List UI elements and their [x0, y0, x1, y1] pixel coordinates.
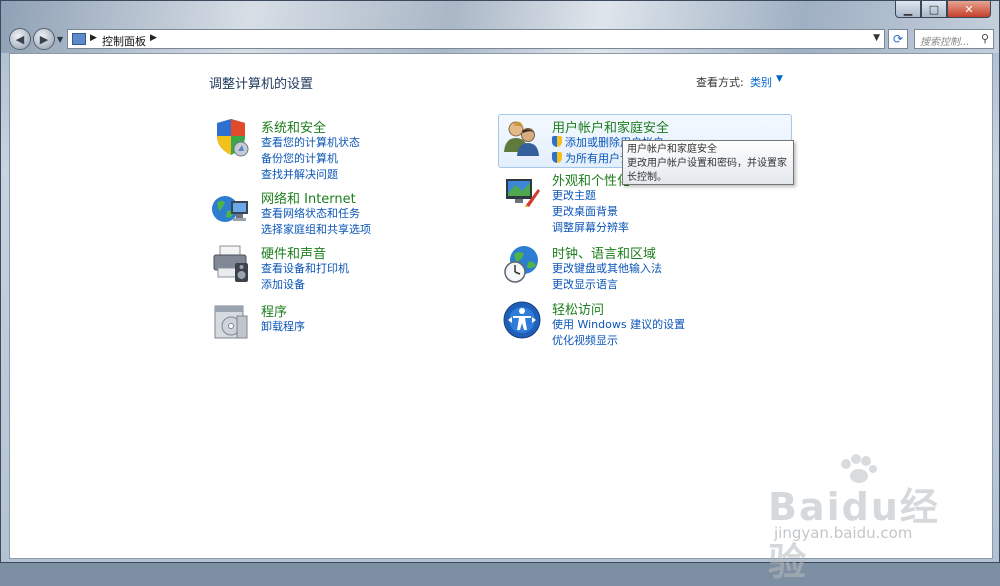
- search-placeholder: 搜索控制...: [920, 37, 970, 48]
- search-icon[interactable]: ⚲: [981, 32, 989, 45]
- link-change-input-methods[interactable]: 更改键盘或其他输入法: [552, 260, 662, 276]
- tooltip-description-cont: 长控制。: [627, 172, 667, 183]
- breadcrumb-arrow-icon[interactable]: ▶: [90, 33, 97, 43]
- page-title: 调整计算机的设置: [209, 77, 314, 92]
- network-icon: [212, 196, 248, 222]
- link-recommended-settings[interactable]: 使用 Windows 建议的设置: [552, 316, 685, 332]
- back-button[interactable]: ◀: [9, 28, 31, 50]
- programs-icon: [214, 305, 248, 339]
- link-optimize-visual-display[interactable]: 优化视频显示: [552, 332, 618, 348]
- link-homegroup-sharing[interactable]: 选择家庭组和共享选项: [261, 221, 371, 237]
- navigation-bar: ◀ ▶ ▼ ▶ 控制面板 ▶ ▼ ⟳ 搜索控制... ⚲: [7, 27, 995, 51]
- appearance-icon: [506, 179, 540, 207]
- category-programs[interactable]: 程序 卸载程序: [211, 302, 491, 342]
- window-controls: ▁ □ ✕: [895, 1, 991, 19]
- tooltip-description: 更改用户帐户设置和密码，并设置家: [627, 158, 787, 169]
- system-security-icon: [217, 119, 249, 157]
- tooltip: 用户帐户和家庭安全 更改用户帐户设置和密码，并设置家 长控制。: [622, 140, 794, 185]
- breadcrumb-arrow-icon[interactable]: ▶: [150, 33, 157, 43]
- minimize-button[interactable]: ▁: [895, 1, 921, 18]
- ease-of-access-icon: [503, 301, 541, 339]
- control-panel-icon: [72, 33, 86, 45]
- close-button[interactable]: ✕: [947, 1, 991, 18]
- window-frame: ▁ □ ✕ ◀ ▶ ▼ ▶ 控制面板 ▶ ▼ ⟳ 搜索控制... ⚲ 调整计算机…: [0, 0, 1000, 584]
- link-adjust-resolution[interactable]: 调整屏幕分辨率: [552, 219, 629, 235]
- link-change-desktop-background[interactable]: 更改桌面背景: [552, 203, 618, 219]
- link-devices-printers[interactable]: 查看设备和打印机: [261, 260, 349, 276]
- link-change-display-language[interactable]: 更改显示语言: [552, 276, 618, 292]
- link-backup-computer[interactable]: 备份您的计算机: [261, 150, 338, 166]
- address-dropdown-icon[interactable]: ▼: [873, 33, 880, 43]
- user-accounts-icon: [504, 121, 539, 156]
- watermark-url: jingyan.baidu.com: [774, 524, 913, 542]
- uac-shield-icon: [552, 136, 562, 147]
- link-parental-controls[interactable]: 为所有用户设: [552, 150, 631, 166]
- link-troubleshoot[interactable]: 查找并解决问题: [261, 166, 338, 182]
- uac-shield-icon: [552, 152, 562, 163]
- link-add-device[interactable]: 添加设备: [261, 276, 305, 292]
- maximize-button[interactable]: □: [921, 1, 947, 18]
- control-panel-content: 调整计算机的设置 查看方式: 类别 ▼ 系统和安全 查看您的计算机状态 备份您的…: [9, 53, 993, 584]
- category-hardware-sound[interactable]: 硬件和声音 查看设备和打印机 添加设备: [211, 244, 491, 294]
- link-uninstall-program[interactable]: 卸载程序: [261, 318, 305, 334]
- category-clock-language-region[interactable]: 时钟、语言和区域 更改键盘或其他输入法 更改显示语言: [502, 244, 792, 294]
- link-network-status[interactable]: 查看网络状态和任务: [261, 205, 360, 221]
- search-input[interactable]: 搜索控制... ⚲: [914, 29, 994, 49]
- address-bar[interactable]: ▶ 控制面板 ▶ ▼: [67, 29, 885, 49]
- baidu-jingyan-watermark: Baidu经验 jingyan.baidu.com: [768, 454, 968, 584]
- view-by-dropdown[interactable]: 类别: [750, 74, 772, 90]
- category-network-internet[interactable]: 网络和 Internet 查看网络状态和任务 选择家庭组和共享选项: [211, 189, 491, 239]
- clock-language-icon: [504, 246, 538, 283]
- hardware-sound-icon: [213, 245, 248, 282]
- tooltip-title: 用户帐户和家庭安全: [627, 144, 717, 155]
- link-change-theme[interactable]: 更改主题: [552, 187, 596, 203]
- refresh-icon[interactable]: ⟳: [888, 29, 908, 49]
- forward-button[interactable]: ▶: [33, 28, 55, 50]
- category-ease-of-access[interactable]: 轻松访问 使用 Windows 建议的设置 优化视频显示: [502, 300, 792, 350]
- chevron-down-icon[interactable]: ▼: [776, 74, 783, 84]
- category-system-security[interactable]: 系统和安全 查看您的计算机状态 备份您的计算机 查找并解决问题: [211, 118, 491, 188]
- link-view-computer-status[interactable]: 查看您的计算机状态: [261, 134, 360, 150]
- view-by-label: 查看方式:: [696, 76, 744, 89]
- breadcrumb-control-panel[interactable]: 控制面板: [102, 33, 146, 49]
- recent-pages-dropdown[interactable]: ▼: [57, 35, 63, 44]
